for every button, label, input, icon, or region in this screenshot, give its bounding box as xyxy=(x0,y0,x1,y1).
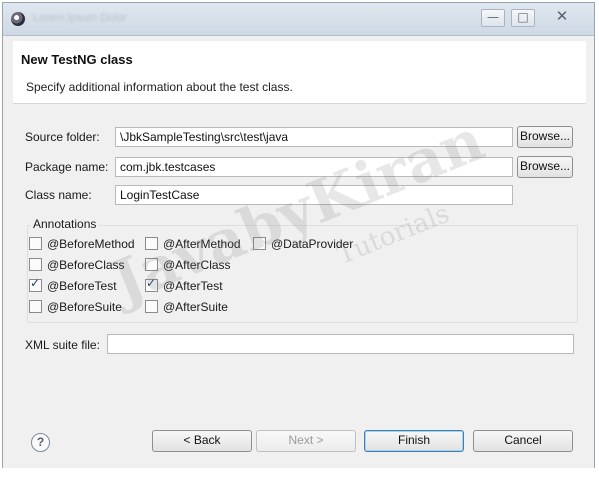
checkbox-before-class[interactable]: @BeforeClass xyxy=(29,258,125,274)
checkbox-box[interactable] xyxy=(29,300,42,313)
source-folder-field[interactable]: \JbkSampleTesting\src\test\java xyxy=(115,127,513,147)
xml-suite-label: XML suite file: xyxy=(25,338,100,352)
checkbox-label: @DataProvider xyxy=(271,237,354,251)
package-name-label: Package name: xyxy=(25,160,109,174)
class-name-field[interactable]: LoginTestCase xyxy=(115,185,513,205)
wizard-header: New TestNG class Specify additional info… xyxy=(13,41,586,104)
maximize-button[interactable]: □ xyxy=(511,9,535,27)
checkbox-label: @AfterSuite xyxy=(163,300,228,314)
checkbox-after-test[interactable]: ✓ @AfterTest xyxy=(145,276,223,295)
checkbox-before-suite[interactable]: @BeforeSuite xyxy=(29,300,122,316)
checkmark-icon: ✓ xyxy=(146,276,157,290)
checkbox-box[interactable] xyxy=(29,237,42,250)
checkbox-before-test[interactable]: ✓ @BeforeTest xyxy=(29,276,117,295)
checkbox-after-method[interactable]: @AfterMethod xyxy=(145,237,241,253)
browse-source-folder-button[interactable]: Browse... xyxy=(517,126,573,148)
checkbox-box[interactable]: ✓ xyxy=(29,276,42,292)
checkbox-after-class[interactable]: @AfterClass xyxy=(145,258,231,274)
checkbox-label: @BeforeMethod xyxy=(47,237,135,251)
bottom-strip xyxy=(0,468,599,482)
eclipse-icon xyxy=(11,12,25,26)
next-button[interactable]: Next > xyxy=(256,430,356,452)
back-button[interactable]: < Back xyxy=(152,430,252,452)
checkbox-after-suite[interactable]: @AfterSuite xyxy=(145,300,228,316)
checkbox-box[interactable] xyxy=(145,237,158,250)
checkbox-label: @BeforeSuite xyxy=(47,300,122,314)
help-icon[interactable]: ? xyxy=(31,433,50,452)
xml-suite-field[interactable] xyxy=(107,334,574,354)
checkbox-box[interactable]: ✓ xyxy=(145,276,158,292)
checkmark-icon: ✓ xyxy=(30,276,41,290)
checkbox-label: @BeforeTest xyxy=(47,279,117,293)
checkbox-box[interactable] xyxy=(29,258,42,271)
checkbox-label: @AfterMethod xyxy=(163,237,241,251)
source-folder-label: Source folder: xyxy=(25,130,100,144)
checkbox-box[interactable] xyxy=(253,237,266,250)
annotations-legend: Annotations xyxy=(31,217,99,231)
checkbox-label: @AfterTest xyxy=(163,279,223,293)
close-button[interactable]: ✕ xyxy=(541,9,583,27)
checkbox-box[interactable] xyxy=(145,300,158,313)
cancel-button[interactable]: Cancel xyxy=(473,430,573,452)
package-name-field[interactable]: com.jbk.testcases xyxy=(115,157,513,177)
minimize-button[interactable]: — xyxy=(481,9,505,27)
page-title: New TestNG class xyxy=(21,52,133,67)
checkbox-data-provider[interactable]: @DataProvider xyxy=(253,237,353,253)
class-name-label: Class name: xyxy=(25,188,92,202)
checkbox-label: @AfterClass xyxy=(163,258,231,272)
title-bar: Lorem Ipsum Dolor — □ ✕ xyxy=(3,3,594,36)
finish-button[interactable]: Finish xyxy=(364,430,464,452)
page-description: Specify additional information about the… xyxy=(26,80,293,94)
browse-package-button[interactable]: Browse... xyxy=(517,156,573,178)
new-testng-class-dialog: Lorem Ipsum Dolor — □ ✕ New TestNG class… xyxy=(2,2,595,478)
checkbox-before-method[interactable]: @BeforeMethod xyxy=(29,237,135,253)
window-title: Lorem Ipsum Dolor xyxy=(33,12,127,24)
checkbox-label: @BeforeClass xyxy=(47,258,125,272)
checkbox-box[interactable] xyxy=(145,258,158,271)
